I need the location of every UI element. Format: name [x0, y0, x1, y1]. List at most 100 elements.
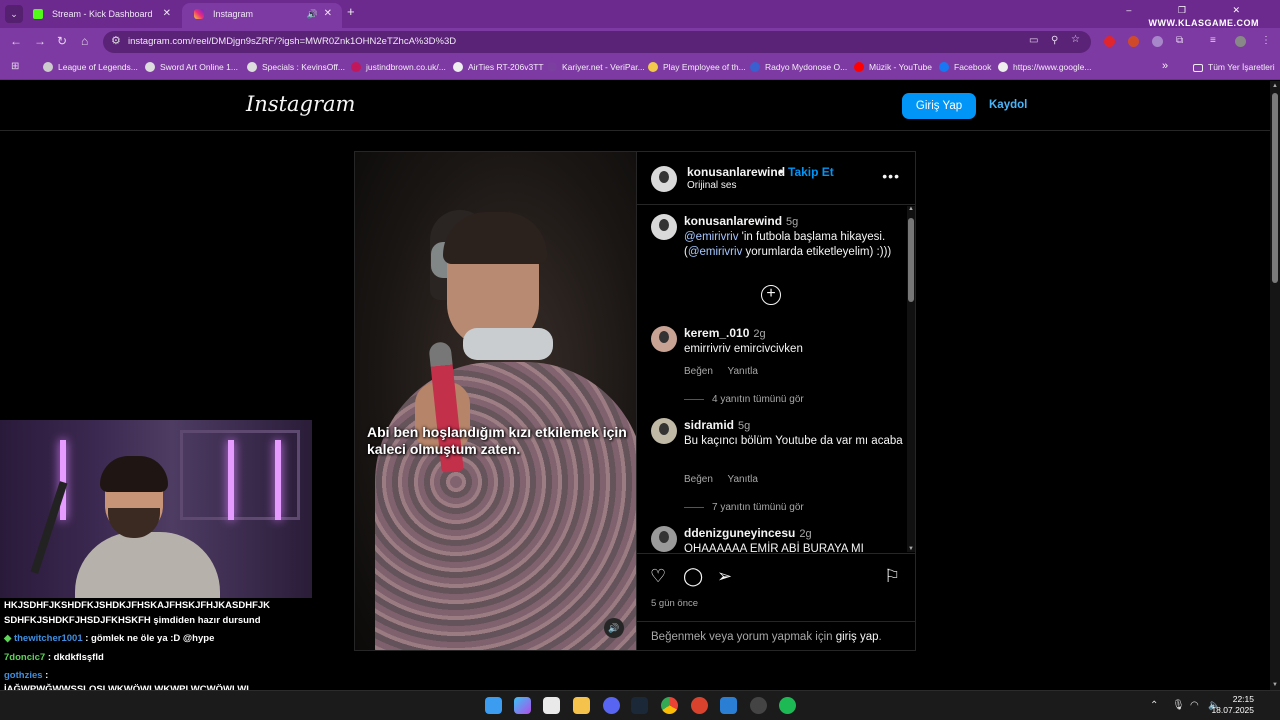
mute-toggle-icon[interactable]: 🔊 [604, 618, 624, 638]
bookmark-item[interactable]: Radyo Mydonose O... [750, 62, 847, 72]
scroll-down-icon[interactable]: ▼ [1272, 682, 1278, 688]
microphone-icon[interactable]: 🎙 [1172, 700, 1185, 711]
tab-instagram[interactable]: Instagram 🔊 ✕ [182, 3, 342, 28]
profile-avatar[interactable] [1235, 36, 1246, 47]
scroll-up-icon[interactable]: ▲ [1272, 83, 1278, 89]
commenter-avatar[interactable] [651, 526, 677, 552]
bookmark-item[interactable]: Müzik - YouTube [854, 62, 932, 72]
back-icon[interactable]: ← [10, 34, 22, 48]
reply-comment-button[interactable]: Yanıtla [728, 474, 758, 485]
all-bookmarks-folder[interactable]: Tüm Yer İşaretleri [1193, 62, 1275, 72]
chat-username: gothzies [4, 670, 43, 681]
ig-header: Instagram Giriş Yap Kaydol [0, 81, 1270, 131]
site-info-icon[interactable]: ⚙ [111, 34, 121, 47]
spotify-icon[interactable] [779, 697, 796, 714]
instagram-logo[interactable]: Instagram [246, 92, 355, 116]
author-avatar[interactable] [651, 214, 677, 240]
wifi-icon[interactable]: ◠ [1190, 700, 1199, 711]
reel-video[interactable]: Abi ben hoşlandığım kızı etkilemek için … [355, 152, 636, 650]
apps-grid-icon[interactable]: ⊞ [11, 61, 19, 72]
chrome-icon[interactable] [661, 697, 678, 714]
app-icon[interactable] [691, 697, 708, 714]
bookmark-item[interactable]: Kariyer.net - VeriPar... [547, 62, 645, 72]
bookmarks-overflow-icon[interactable]: » [1162, 60, 1168, 72]
clock-time: 22:15 [1232, 694, 1254, 704]
home-icon[interactable]: ⌂ [81, 34, 88, 48]
author-username[interactable]: konusanlarewind [687, 165, 785, 179]
heart-icon[interactable]: ♡ [650, 566, 666, 587]
comments-list[interactable]: konusanlarewind 5g @emirivriv 'in futbola… [637, 206, 907, 552]
bookmark-item[interactable]: Facebook [939, 62, 991, 72]
menu-kebab-icon[interactable]: ⋮ [1261, 35, 1271, 46]
kick-favicon-icon [33, 9, 43, 19]
audio-label[interactable]: Orijinal ses [687, 180, 736, 191]
media-control-icon[interactable]: ≡ [1210, 35, 1216, 46]
bookmark-item[interactable]: League of Legends... [43, 62, 138, 72]
save-bookmark-icon[interactable]: ⚐ [884, 566, 900, 587]
mention-link[interactable]: @emirivriv [684, 231, 738, 243]
commenter-avatar[interactable] [651, 418, 677, 444]
reply-comment-button[interactable]: Yanıtla [728, 366, 758, 377]
tab-kick-dashboard[interactable]: Stream - Kick Dashboard ✕ [21, 3, 181, 28]
forward-icon[interactable]: → [34, 34, 46, 48]
zoom-icon[interactable]: ⚲ [1051, 35, 1058, 46]
steam-icon[interactable] [631, 697, 648, 714]
bookmark-item[interactable]: Specials : KevinsOff... [247, 62, 345, 72]
more-options-icon[interactable]: ••• [882, 168, 900, 184]
view-replies-link[interactable]: 4 yanıtın tümünü gör [684, 394, 804, 405]
comment-text: Bu kaçıncı bölüm Youtube da var mı acaba [684, 435, 903, 447]
login-button[interactable]: Giriş Yap [902, 93, 976, 119]
chat-text: : [45, 670, 49, 681]
tab-label: Instagram [213, 9, 254, 19]
close-tab-icon[interactable]: ✕ [324, 3, 332, 25]
reload-icon[interactable]: ↻ [57, 34, 67, 48]
extension-icon[interactable] [1128, 36, 1139, 47]
close-tab-icon[interactable]: ✕ [163, 3, 171, 25]
comments-scrollbar[interactable]: ▲ ▼ [907, 206, 915, 552]
bookmark-star-icon[interactable]: ☆ [1071, 34, 1080, 45]
obs-icon[interactable] [750, 697, 767, 714]
mention-link[interactable]: @emirivriv [688, 246, 742, 258]
page-scrollbar[interactable]: ▲ ▼ [1270, 81, 1280, 690]
like-comment-button[interactable]: Beğen [684, 474, 713, 485]
commenter-avatar[interactable] [651, 326, 677, 352]
start-windows-icon[interactable] [485, 697, 502, 714]
discord-icon[interactable] [603, 697, 620, 714]
login-link[interactable]: giriş yap [836, 631, 879, 643]
bookmark-item[interactable]: Play Employee of th... [648, 62, 746, 72]
extensions-puzzle-icon[interactable]: ⧉ [1176, 35, 1183, 46]
bookmark-item[interactable]: Sword Art Online 1... [145, 62, 238, 72]
window-controls[interactable]: – ❐ ✕ [1126, 5, 1262, 16]
video-subtitle: Abi ben hoşlandığım kızı etkilemek için … [367, 424, 627, 457]
extension-icon[interactable] [1104, 36, 1115, 47]
address-bar[interactable]: ⚙ instagram.com/reel/DMDjgn9sZRF/?igsh=M… [103, 31, 1091, 53]
extension-icon[interactable] [1152, 36, 1163, 47]
signup-link[interactable]: Kaydol [989, 99, 1027, 111]
photos-icon[interactable] [720, 697, 737, 714]
new-tab-button[interactable]: + [347, 4, 355, 19]
file-explorer-icon[interactable] [573, 697, 590, 714]
tray-overflow-icon[interactable]: ⌃ [1150, 700, 1158, 711]
bookmark-item[interactable]: justindbrown.co.uk/... [351, 62, 446, 72]
bookmark-item[interactable]: AirTies RT-206v3TT [453, 62, 544, 72]
system-clock[interactable]: 22:15 18.07.2025 [1211, 694, 1254, 716]
scrollbar-thumb[interactable] [1272, 93, 1278, 283]
follow-button[interactable]: Takip Et [788, 165, 834, 179]
store-icon[interactable] [543, 697, 560, 714]
view-replies-link[interactable]: 7 yanıtın tümünü gör [684, 502, 804, 513]
copilot-icon[interactable] [514, 697, 531, 714]
tab-audio-icon[interactable]: 🔊 [307, 3, 318, 25]
author-avatar[interactable] [651, 166, 677, 192]
scroll-up-icon[interactable]: ▲ [908, 206, 914, 212]
bookmark-item[interactable]: https://www.google... [998, 62, 1091, 72]
streamer-shirt [75, 532, 220, 598]
cast-icon[interactable]: ▭ [1029, 35, 1038, 46]
scrollbar-thumb[interactable] [908, 218, 914, 302]
scroll-down-icon[interactable]: ▼ [908, 546, 914, 552]
instagram-page: Instagram Giriş Yap Kaydol Abi ben hoşla… [0, 81, 1270, 690]
comment-icon[interactable]: ◯ [683, 566, 703, 587]
like-comment-button[interactable]: Beğen [684, 366, 713, 377]
windows-taskbar: ⌃ 🎙 ◠ 🔈 22:15 18.07.2025 [0, 690, 1280, 720]
load-more-comments-icon[interactable]: + [761, 285, 781, 305]
share-icon[interactable]: ➢ [717, 566, 732, 587]
